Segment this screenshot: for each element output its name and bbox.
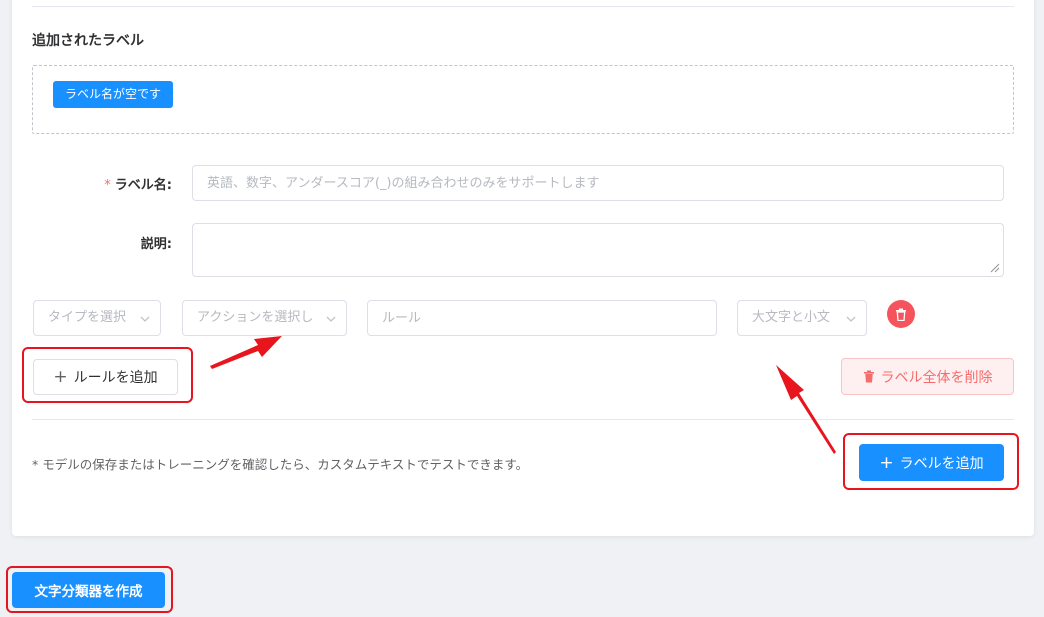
annotation-arrows	[210, 336, 836, 454]
arrow-to-add-label	[776, 365, 836, 454]
arrow-to-action-select	[210, 336, 282, 369]
